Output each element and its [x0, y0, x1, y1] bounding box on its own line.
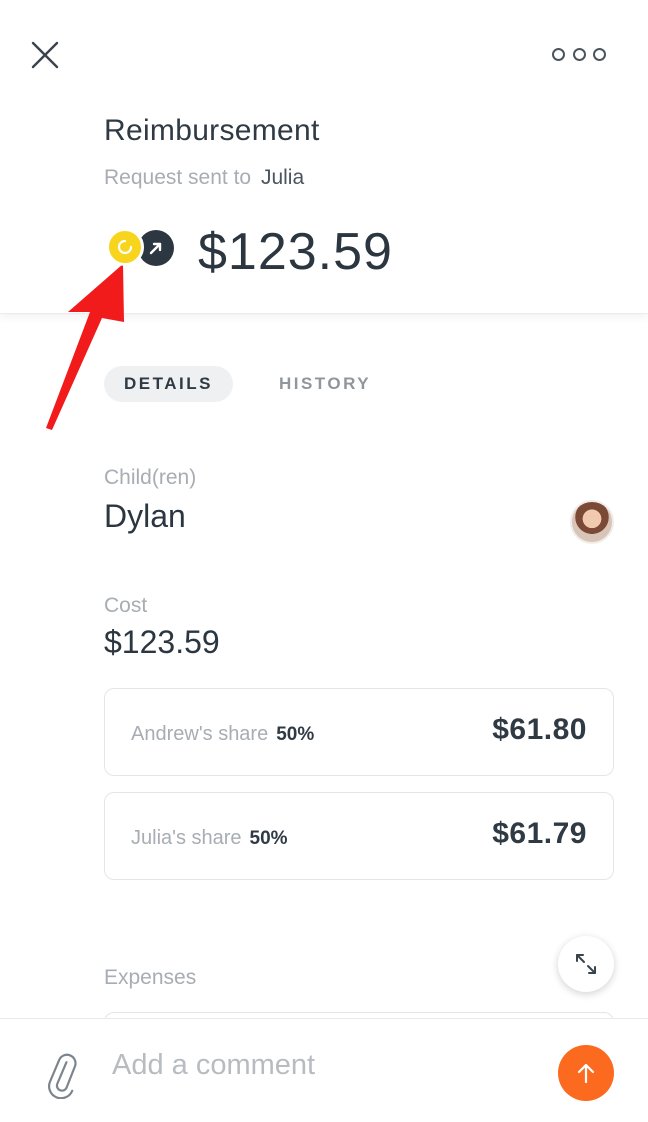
tab-bar: DETAILS HISTORY — [104, 366, 391, 402]
share-amount: $61.80 — [492, 713, 587, 746]
send-button[interactable] — [558, 1045, 614, 1101]
more-options-button[interactable] — [552, 42, 606, 66]
cost-value: $123.59 — [104, 624, 220, 660]
share-label: Julia's share 50% — [131, 827, 288, 850]
attach-button[interactable] — [44, 1049, 80, 1100]
expand-icon — [576, 954, 596, 974]
tab-history[interactable]: HISTORY — [259, 366, 391, 402]
share-label: Andrew's share 50% — [131, 723, 314, 746]
tab-details[interactable]: DETAILS — [104, 366, 233, 402]
page-title: Reimbursement — [104, 114, 320, 147]
comment-input[interactable] — [112, 1043, 532, 1087]
share-card-andrew[interactable]: Andrew's share 50% $61.80 — [104, 688, 614, 776]
request-amount: $123.59 — [198, 223, 393, 281]
share-name: Andrew's share — [131, 723, 269, 745]
pending-status-icon[interactable] — [106, 228, 144, 266]
paperclip-icon — [48, 1053, 77, 1100]
children-value: Dylan — [104, 498, 186, 534]
comment-bar — [0, 1018, 648, 1122]
status-icons — [106, 228, 178, 268]
share-percent: 50% — [249, 828, 288, 849]
close-icon — [31, 41, 59, 69]
expenses-label: Expenses — [104, 966, 197, 989]
children-label: Child(ren) — [104, 466, 197, 489]
subtitle-prefix: Request sent to — [104, 166, 252, 189]
more-options-icon — [572, 47, 586, 61]
cost-label: Cost — [104, 594, 148, 617]
close-button[interactable] — [28, 38, 62, 72]
recipient-name: Julia — [260, 166, 305, 189]
more-options-icon — [552, 47, 565, 61]
share-name: Julia's share — [131, 827, 242, 849]
annotation-arrow-icon — [46, 264, 124, 430]
share-card-julia[interactable]: Julia's share 50% $61.79 — [104, 792, 614, 880]
expand-button[interactable] — [558, 936, 614, 992]
more-options-icon — [593, 47, 606, 61]
request-subtitle: Request sent to Julia — [104, 166, 304, 190]
share-percent: 50% — [276, 724, 315, 745]
share-amount: $61.79 — [492, 817, 587, 850]
avatar[interactable] — [570, 500, 614, 544]
send-arrow-icon — [577, 1063, 595, 1084]
